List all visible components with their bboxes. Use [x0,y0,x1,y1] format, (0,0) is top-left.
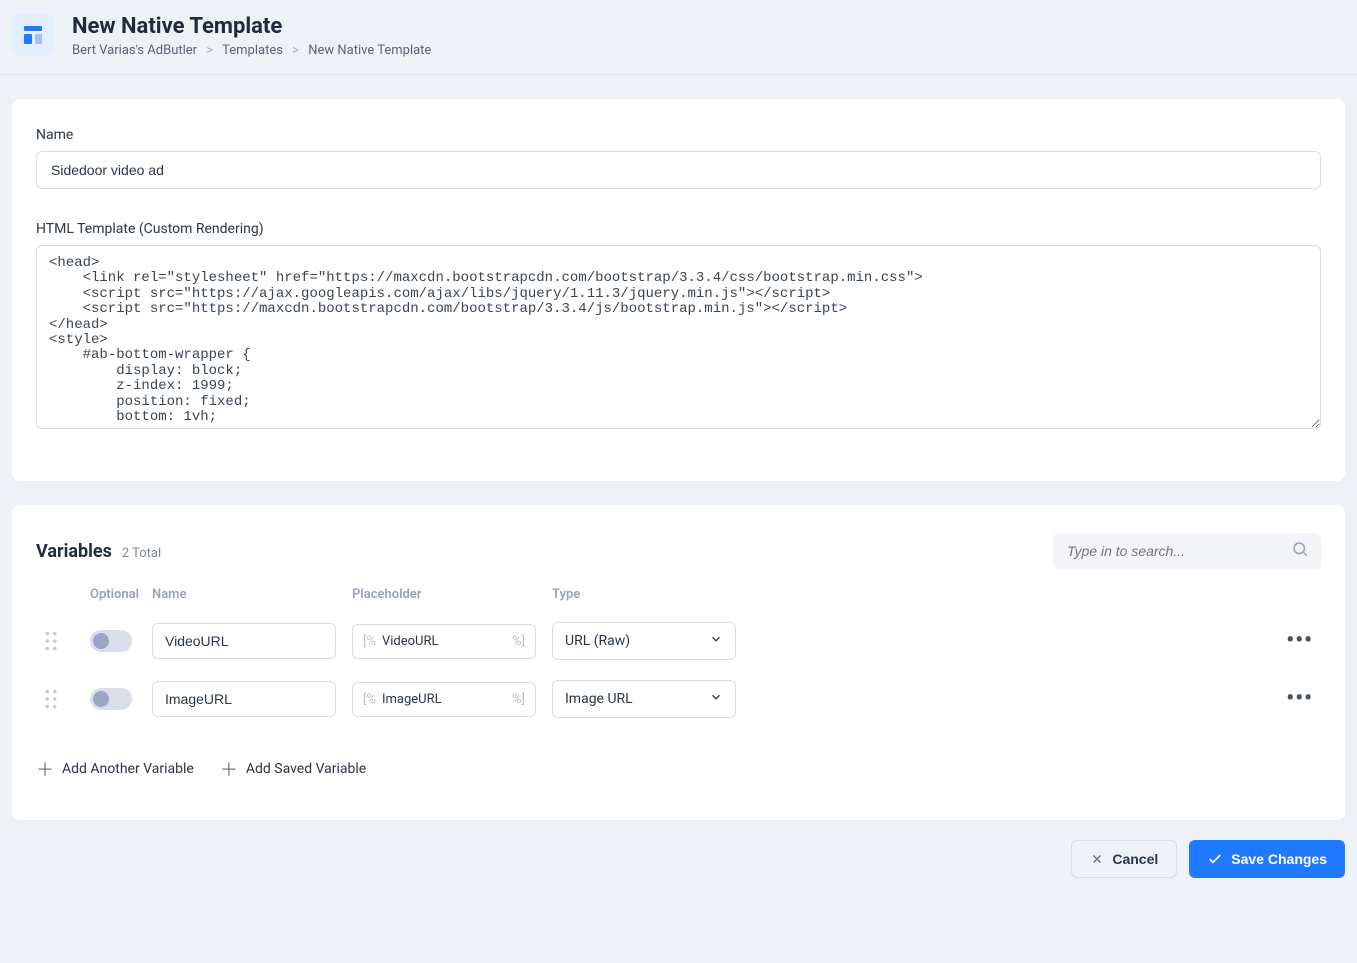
page-header: New Native Template Bert Varias's AdButl… [0,0,1357,75]
variables-card: Variables 2 Total Optional Name Placehol… [12,505,1345,820]
variables-search [1053,533,1321,569]
col-name: Name [152,587,352,602]
template-icon [12,14,54,56]
name-label: Name [36,127,1321,143]
variable-placeholder-input[interactable]: [% VideoURL %] [352,624,536,659]
column-headers: Optional Name Placeholder Type [36,587,1321,612]
optional-toggle[interactable] [90,630,132,652]
chevron-down-icon [709,690,723,708]
variable-name-input[interactable] [152,623,336,659]
page-title: New Native Template [72,14,431,39]
col-placeholder: Placeholder [352,587,552,602]
variable-name-input[interactable] [152,681,336,717]
add-saved-variable-button[interactable]: ＋ Add Saved Variable [220,756,366,782]
save-button[interactable]: Save Changes [1189,840,1345,878]
search-input[interactable] [1053,533,1321,569]
breadcrumb-current: New Native Template [308,43,431,58]
variable-row: [% ImageURL %] Image URL ••• [36,670,1321,728]
html-template-textarea[interactable] [36,245,1321,429]
breadcrumb-sep: > [292,43,299,58]
variable-type-select[interactable]: URL (Raw) [552,622,736,660]
name-input[interactable] [36,151,1321,189]
chevron-down-icon [709,632,723,650]
row-more-button[interactable]: ••• [1273,630,1313,652]
optional-toggle[interactable] [90,688,132,710]
plus-icon: ＋ [36,756,54,782]
html-label: HTML Template (Custom Rendering) [36,221,1321,237]
variable-placeholder-input[interactable]: [% ImageURL %] [352,682,536,717]
breadcrumb-root[interactable]: Bert Varias's AdButler [72,43,197,58]
col-optional: Optional [90,587,152,602]
footer-actions: Cancel Save Changes [0,820,1357,898]
drag-handle-icon[interactable] [44,631,90,651]
form-card: Name HTML Template (Custom Rendering) [12,99,1345,481]
variable-row: [% VideoURL %] URL (Raw) ••• [36,612,1321,670]
search-icon [1291,540,1309,562]
close-icon [1090,852,1104,866]
col-type: Type [552,587,752,602]
breadcrumb-templates[interactable]: Templates [222,43,283,58]
cancel-button[interactable]: Cancel [1071,840,1177,878]
variables-title: Variables [36,541,112,562]
drag-handle-icon[interactable] [44,689,90,709]
variable-type-select[interactable]: Image URL [552,680,736,718]
add-another-variable-button[interactable]: ＋ Add Another Variable [36,756,194,782]
breadcrumb-sep: > [206,43,213,58]
variables-count: 2 Total [122,546,161,561]
row-more-button[interactable]: ••• [1273,688,1313,710]
plus-icon: ＋ [220,756,238,782]
breadcrumb: Bert Varias's AdButler > Templates > New… [72,43,431,58]
check-icon [1207,851,1223,867]
